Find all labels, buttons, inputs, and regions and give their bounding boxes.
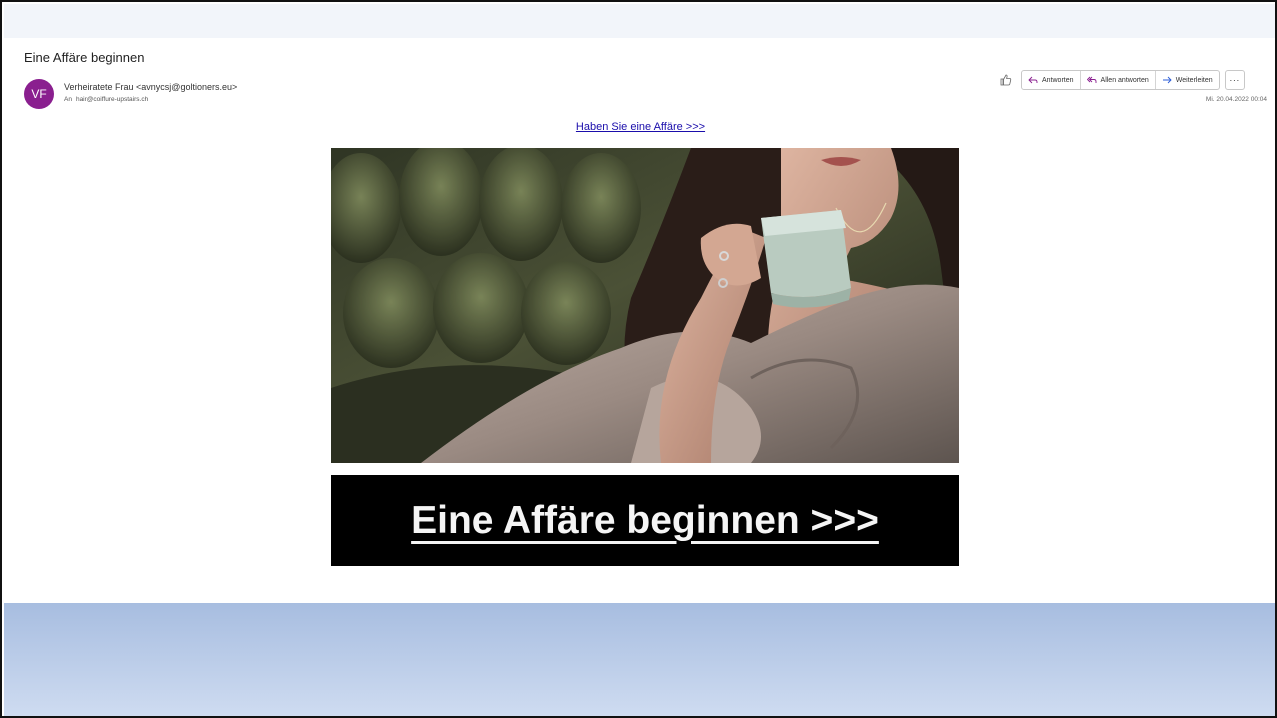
affair-link-banner[interactable]: Eine Affäre beginnen >>> [411, 499, 879, 543]
woman-with-coffee-cup-photo[interactable] [331, 148, 959, 463]
reply-label: Antworten [1042, 76, 1074, 84]
reply-button-group: Antworten Allen antworten Weiterleiten [1021, 70, 1220, 90]
message-timestamp: Mi. 20.04.2022 00:04 [1205, 96, 1267, 103]
reply-all-button[interactable]: Allen antworten [1081, 71, 1156, 89]
message-actions: Antworten Allen antworten Weiterleiten ·… [996, 70, 1245, 90]
avatar-initials: VF [31, 87, 47, 101]
bottom-gradient-band [4, 603, 1275, 716]
forward-button[interactable]: Weiterleiten [1156, 71, 1219, 89]
recipient-line: An hair@coiffure-upstairs.ch [64, 96, 148, 103]
avatar[interactable]: VF [24, 79, 54, 109]
top-strip [4, 4, 1275, 38]
more-actions-button[interactable]: ··· [1224, 70, 1245, 90]
recipient-address[interactable]: hair@coiffure-upstairs.ch [76, 96, 148, 103]
affair-banner[interactable]: Eine Affäre beginnen >>> [331, 475, 959, 566]
email-subject: Eine Affäre beginnen [24, 50, 145, 65]
reply-all-label: Allen antworten [1100, 76, 1149, 84]
screenshot-frame: Eine Affäre beginnen VF Verheiratete Fra… [0, 0, 1277, 718]
affair-link-top[interactable]: Haben Sie eine Affäre >>> [2, 121, 1275, 133]
reply-all-icon [1086, 76, 1096, 83]
sender-name[interactable]: Verheiratete Frau <avnycsj@goltioners.eu… [64, 82, 237, 92]
reply-icon [1028, 76, 1038, 84]
reply-button[interactable]: Antworten [1022, 71, 1081, 89]
like-button[interactable] [996, 70, 1016, 90]
forward-label: Weiterleiten [1175, 76, 1213, 84]
thumbs-up-icon [1000, 74, 1012, 86]
recipient-label: An [64, 96, 72, 103]
forward-icon [1162, 76, 1172, 84]
